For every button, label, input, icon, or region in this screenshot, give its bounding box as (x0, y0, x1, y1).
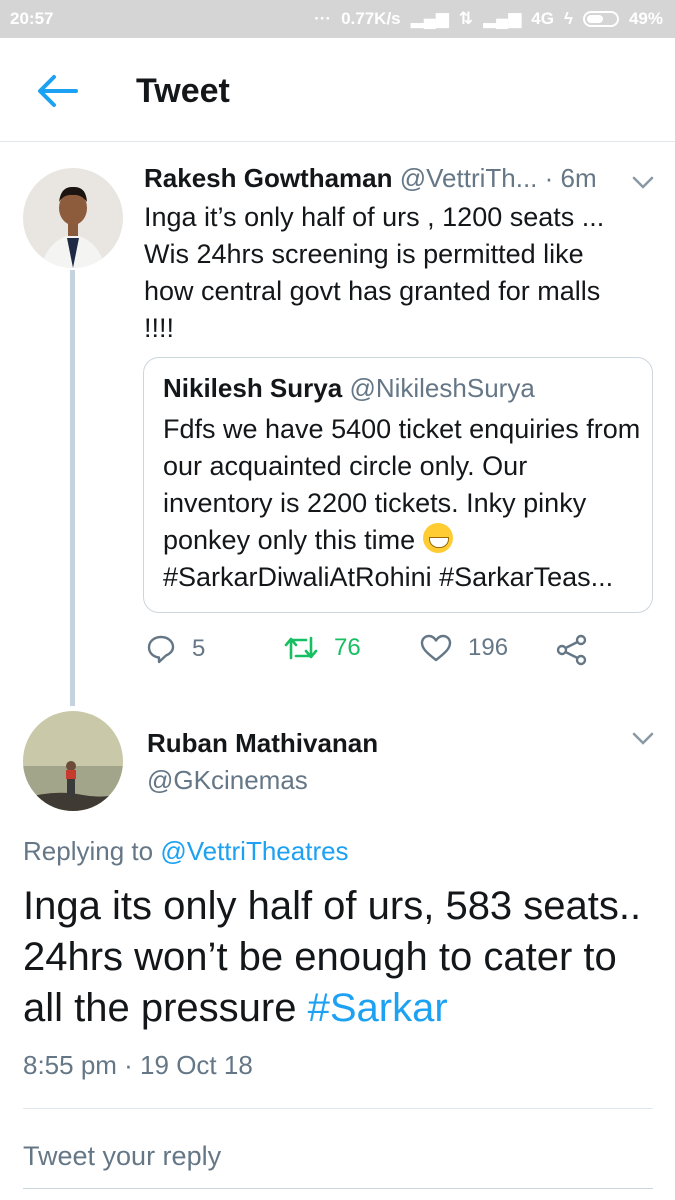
network-speed: 0.77K/s (341, 9, 401, 28)
share-action[interactable] (556, 634, 588, 666)
heart-icon (420, 634, 452, 662)
hashtag-link[interactable]: #Sarkar (308, 986, 448, 1030)
quote-header: Nikilesh Surya @NikileshSurya (163, 373, 535, 404)
status-right: ··· 0.77K/s ▂▄▆ ⇅ ▂▄▆ 4G ϟ 49% (314, 9, 663, 29)
battery-percent: 49% (628, 9, 663, 28)
quote-text-part1: Fdfs we have 5400 ticket enquiries from … (163, 414, 641, 555)
reply-action[interactable]: 5 (146, 634, 205, 664)
tweet1-time: · 6m (544, 163, 597, 193)
retweet-action[interactable]: 76 (284, 634, 361, 662)
replying-to-link[interactable]: @VettriTheatres (160, 836, 348, 866)
like-action[interactable]: 196 (420, 634, 508, 662)
quote-text: Fdfs we have 5400 ticket enquiries from … (163, 411, 643, 596)
replying-to: Replying to @VettriTheatres (23, 836, 349, 867)
retweet-icon (284, 636, 318, 660)
charging-icon: ϟ (563, 9, 573, 28)
reply-count: 5 (192, 635, 206, 662)
tweet1-author-name[interactable]: Rakesh Gowthaman (144, 163, 393, 193)
arrow-left-icon[interactable] (36, 74, 78, 108)
page-title: Tweet (136, 72, 230, 110)
tweet1-text: Inga it’s only half of urs , 1200 seats … (144, 202, 605, 343)
reply-input[interactable]: Tweet your reply (23, 1141, 221, 1172)
avatar-ruban[interactable] (23, 711, 123, 811)
share-icon (556, 634, 587, 666)
chevron-down-icon[interactable] (632, 732, 654, 746)
signal-icon: ▂▄▆ (410, 9, 449, 28)
status-bar: 20:57 ··· 0.77K/s ▂▄▆ ⇅ ▂▄▆ 4G ϟ 49% (0, 0, 675, 38)
status-time: 20:57 (10, 9, 54, 28)
avatar-rakesh[interactable] (23, 168, 123, 268)
tweet1-actions: 5 76 196 (146, 634, 646, 670)
like-count: 196 (468, 634, 509, 661)
app-header: Tweet (0, 38, 675, 142)
quoted-tweet[interactable]: Nikilesh Surya @NikileshSurya Fdfs we ha… (143, 357, 653, 613)
tweet1-header: Rakesh Gowthaman @VettriTh... · 6m (144, 163, 597, 194)
tweet2-text: Inga its only half of urs, 583 seats.. 2… (23, 881, 653, 1034)
reply-icon (147, 635, 175, 664)
tweet2-author-name[interactable]: Ruban Mathivanan (147, 728, 378, 759)
divider (23, 1108, 653, 1109)
tweet2-author-handle[interactable]: @GKcinemas (147, 765, 308, 796)
more-dots: ··· (314, 9, 332, 28)
tweet2-timestamp: 8:55 pm · 19 Oct 18 (23, 1050, 253, 1080)
quote-author-name: Nikilesh Surya (163, 373, 343, 403)
chevron-down-icon[interactable] (632, 176, 654, 190)
data-transfer-icon: ⇅ (458, 9, 474, 28)
quote-author-handle: @NikileshSurya (349, 373, 535, 403)
network-type: 4G (531, 9, 554, 28)
signal-icon-2: ▂▄▆ (483, 9, 522, 28)
thread-line (70, 270, 75, 706)
replying-prefix: Replying to (23, 836, 161, 866)
quote-text-part2: #SarkarDiwaliAtRohini #SarkarTeas... (163, 562, 614, 592)
retweet-count: 76 (334, 634, 361, 661)
tweet1-author-handle[interactable]: @VettriTh... (400, 163, 538, 193)
grinning-emoji-icon (422, 523, 453, 553)
battery-icon (582, 11, 619, 27)
divider (23, 1188, 653, 1189)
